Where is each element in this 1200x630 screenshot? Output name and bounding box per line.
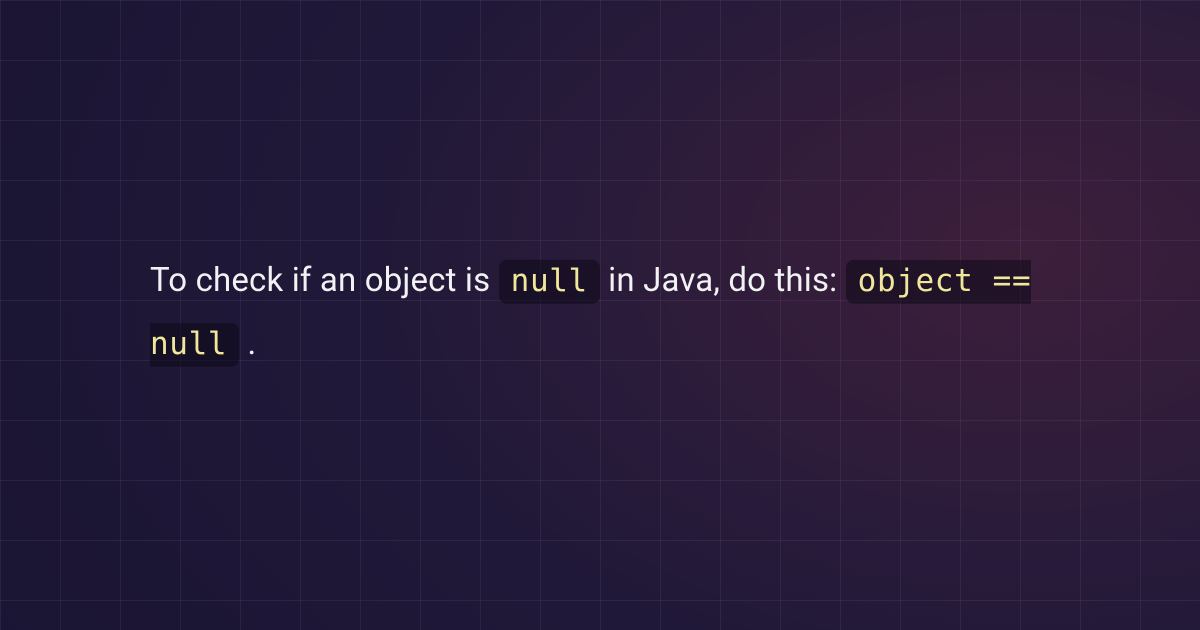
text-segment: . [248,323,257,362]
description-text: To check if an object is null in Java, d… [150,250,1050,375]
text-segment: To check if an object is [150,261,499,300]
hero-card: To check if an object is null in Java, d… [0,0,1200,630]
text-segment: in Java, do this: [608,261,846,300]
inline-code: null [499,260,600,304]
